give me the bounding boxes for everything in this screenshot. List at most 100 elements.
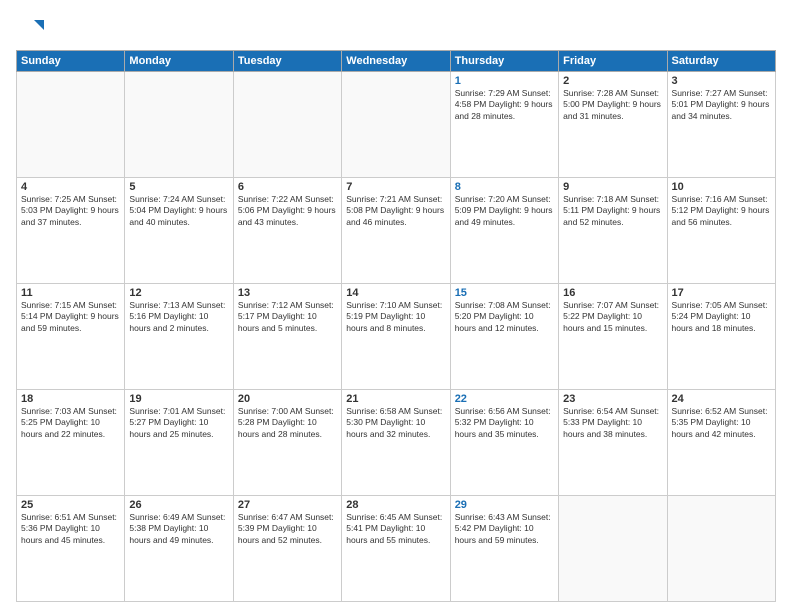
day-info: Sunrise: 7:00 AM Sunset: 5:28 PM Dayligh… xyxy=(238,406,337,440)
day-number: 28 xyxy=(346,499,445,511)
day-number: 23 xyxy=(563,393,662,405)
calendar-cell: 2Sunrise: 7:28 AM Sunset: 5:00 PM Daylig… xyxy=(559,72,667,178)
weekday-header-sunday: Sunday xyxy=(17,51,125,72)
day-info: Sunrise: 7:05 AM Sunset: 5:24 PM Dayligh… xyxy=(672,300,771,334)
day-number: 22 xyxy=(455,393,554,405)
calendar-cell: 1Sunrise: 7:29 AM Sunset: 4:58 PM Daylig… xyxy=(450,72,558,178)
calendar-cell: 21Sunrise: 6:58 AM Sunset: 5:30 PM Dayli… xyxy=(342,390,450,496)
calendar-cell: 5Sunrise: 7:24 AM Sunset: 5:04 PM Daylig… xyxy=(125,178,233,284)
calendar-cell: 4Sunrise: 7:25 AM Sunset: 5:03 PM Daylig… xyxy=(17,178,125,284)
day-number: 5 xyxy=(129,181,228,193)
day-number: 19 xyxy=(129,393,228,405)
calendar-cell: 28Sunrise: 6:45 AM Sunset: 5:41 PM Dayli… xyxy=(342,496,450,602)
calendar-cell: 10Sunrise: 7:16 AM Sunset: 5:12 PM Dayli… xyxy=(667,178,775,284)
day-number: 3 xyxy=(672,75,771,87)
day-info: Sunrise: 6:43 AM Sunset: 5:42 PM Dayligh… xyxy=(455,512,554,546)
calendar-cell: 8Sunrise: 7:20 AM Sunset: 5:09 PM Daylig… xyxy=(450,178,558,284)
day-info: Sunrise: 7:25 AM Sunset: 5:03 PM Dayligh… xyxy=(21,194,120,228)
calendar-cell: 9Sunrise: 7:18 AM Sunset: 5:11 PM Daylig… xyxy=(559,178,667,284)
weekday-header-saturday: Saturday xyxy=(667,51,775,72)
day-number: 8 xyxy=(455,181,554,193)
calendar-cell xyxy=(559,496,667,602)
day-info: Sunrise: 7:10 AM Sunset: 5:19 PM Dayligh… xyxy=(346,300,445,334)
day-number: 25 xyxy=(21,499,120,511)
calendar-cell: 7Sunrise: 7:21 AM Sunset: 5:08 PM Daylig… xyxy=(342,178,450,284)
calendar-cell: 12Sunrise: 7:13 AM Sunset: 5:16 PM Dayli… xyxy=(125,284,233,390)
day-info: Sunrise: 6:49 AM Sunset: 5:38 PM Dayligh… xyxy=(129,512,228,546)
calendar-cell: 14Sunrise: 7:10 AM Sunset: 5:19 PM Dayli… xyxy=(342,284,450,390)
weekday-header-monday: Monday xyxy=(125,51,233,72)
day-info: Sunrise: 6:47 AM Sunset: 5:39 PM Dayligh… xyxy=(238,512,337,546)
day-number: 7 xyxy=(346,181,445,193)
calendar-cell xyxy=(667,496,775,602)
day-info: Sunrise: 6:56 AM Sunset: 5:32 PM Dayligh… xyxy=(455,406,554,440)
day-number: 21 xyxy=(346,393,445,405)
day-info: Sunrise: 7:27 AM Sunset: 5:01 PM Dayligh… xyxy=(672,88,771,122)
calendar-cell: 3Sunrise: 7:27 AM Sunset: 5:01 PM Daylig… xyxy=(667,72,775,178)
weekday-header-friday: Friday xyxy=(559,51,667,72)
calendar-cell xyxy=(233,72,341,178)
calendar-cell: 29Sunrise: 6:43 AM Sunset: 5:42 PM Dayli… xyxy=(450,496,558,602)
week-row-0: 1Sunrise: 7:29 AM Sunset: 4:58 PM Daylig… xyxy=(17,72,776,178)
logo-icon xyxy=(16,16,44,44)
calendar-cell: 6Sunrise: 7:22 AM Sunset: 5:06 PM Daylig… xyxy=(233,178,341,284)
calendar-cell xyxy=(342,72,450,178)
calendar-cell: 22Sunrise: 6:56 AM Sunset: 5:32 PM Dayli… xyxy=(450,390,558,496)
day-info: Sunrise: 7:28 AM Sunset: 5:00 PM Dayligh… xyxy=(563,88,662,122)
day-number: 29 xyxy=(455,499,554,511)
day-info: Sunrise: 6:51 AM Sunset: 5:36 PM Dayligh… xyxy=(21,512,120,546)
day-number: 16 xyxy=(563,287,662,299)
day-info: Sunrise: 7:20 AM Sunset: 5:09 PM Dayligh… xyxy=(455,194,554,228)
day-number: 20 xyxy=(238,393,337,405)
calendar-table: SundayMondayTuesdayWednesdayThursdayFrid… xyxy=(16,50,776,602)
day-info: Sunrise: 7:13 AM Sunset: 5:16 PM Dayligh… xyxy=(129,300,228,334)
calendar-cell: 18Sunrise: 7:03 AM Sunset: 5:25 PM Dayli… xyxy=(17,390,125,496)
calendar-cell: 26Sunrise: 6:49 AM Sunset: 5:38 PM Dayli… xyxy=(125,496,233,602)
calendar-cell: 17Sunrise: 7:05 AM Sunset: 5:24 PM Dayli… xyxy=(667,284,775,390)
calendar-cell: 11Sunrise: 7:15 AM Sunset: 5:14 PM Dayli… xyxy=(17,284,125,390)
day-info: Sunrise: 7:16 AM Sunset: 5:12 PM Dayligh… xyxy=(672,194,771,228)
day-info: Sunrise: 7:08 AM Sunset: 5:20 PM Dayligh… xyxy=(455,300,554,334)
week-row-1: 4Sunrise: 7:25 AM Sunset: 5:03 PM Daylig… xyxy=(17,178,776,284)
calendar-cell: 15Sunrise: 7:08 AM Sunset: 5:20 PM Dayli… xyxy=(450,284,558,390)
day-number: 9 xyxy=(563,181,662,193)
calendar-cell: 20Sunrise: 7:00 AM Sunset: 5:28 PM Dayli… xyxy=(233,390,341,496)
day-number: 14 xyxy=(346,287,445,299)
day-info: Sunrise: 7:18 AM Sunset: 5:11 PM Dayligh… xyxy=(563,194,662,228)
day-info: Sunrise: 7:15 AM Sunset: 5:14 PM Dayligh… xyxy=(21,300,120,334)
logo xyxy=(16,16,48,44)
day-number: 12 xyxy=(129,287,228,299)
day-info: Sunrise: 7:07 AM Sunset: 5:22 PM Dayligh… xyxy=(563,300,662,334)
header xyxy=(16,12,776,44)
calendar-cell xyxy=(125,72,233,178)
day-number: 2 xyxy=(563,75,662,87)
day-info: Sunrise: 7:21 AM Sunset: 5:08 PM Dayligh… xyxy=(346,194,445,228)
day-info: Sunrise: 6:52 AM Sunset: 5:35 PM Dayligh… xyxy=(672,406,771,440)
day-info: Sunrise: 7:01 AM Sunset: 5:27 PM Dayligh… xyxy=(129,406,228,440)
day-number: 15 xyxy=(455,287,554,299)
day-number: 13 xyxy=(238,287,337,299)
calendar-cell: 23Sunrise: 6:54 AM Sunset: 5:33 PM Dayli… xyxy=(559,390,667,496)
page: SundayMondayTuesdayWednesdayThursdayFrid… xyxy=(0,0,792,612)
calendar-cell: 19Sunrise: 7:01 AM Sunset: 5:27 PM Dayli… xyxy=(125,390,233,496)
day-number: 4 xyxy=(21,181,120,193)
day-number: 10 xyxy=(672,181,771,193)
day-info: Sunrise: 7:22 AM Sunset: 5:06 PM Dayligh… xyxy=(238,194,337,228)
day-number: 26 xyxy=(129,499,228,511)
day-info: Sunrise: 6:58 AM Sunset: 5:30 PM Dayligh… xyxy=(346,406,445,440)
week-row-2: 11Sunrise: 7:15 AM Sunset: 5:14 PM Dayli… xyxy=(17,284,776,390)
day-info: Sunrise: 6:54 AM Sunset: 5:33 PM Dayligh… xyxy=(563,406,662,440)
calendar-cell: 27Sunrise: 6:47 AM Sunset: 5:39 PM Dayli… xyxy=(233,496,341,602)
weekday-header-wednesday: Wednesday xyxy=(342,51,450,72)
calendar-cell: 24Sunrise: 6:52 AM Sunset: 5:35 PM Dayli… xyxy=(667,390,775,496)
week-row-4: 25Sunrise: 6:51 AM Sunset: 5:36 PM Dayli… xyxy=(17,496,776,602)
day-info: Sunrise: 7:03 AM Sunset: 5:25 PM Dayligh… xyxy=(21,406,120,440)
calendar-cell: 16Sunrise: 7:07 AM Sunset: 5:22 PM Dayli… xyxy=(559,284,667,390)
day-info: Sunrise: 7:12 AM Sunset: 5:17 PM Dayligh… xyxy=(238,300,337,334)
day-number: 24 xyxy=(672,393,771,405)
day-number: 6 xyxy=(238,181,337,193)
day-number: 27 xyxy=(238,499,337,511)
day-number: 11 xyxy=(21,287,120,299)
week-row-3: 18Sunrise: 7:03 AM Sunset: 5:25 PM Dayli… xyxy=(17,390,776,496)
day-info: Sunrise: 7:24 AM Sunset: 5:04 PM Dayligh… xyxy=(129,194,228,228)
